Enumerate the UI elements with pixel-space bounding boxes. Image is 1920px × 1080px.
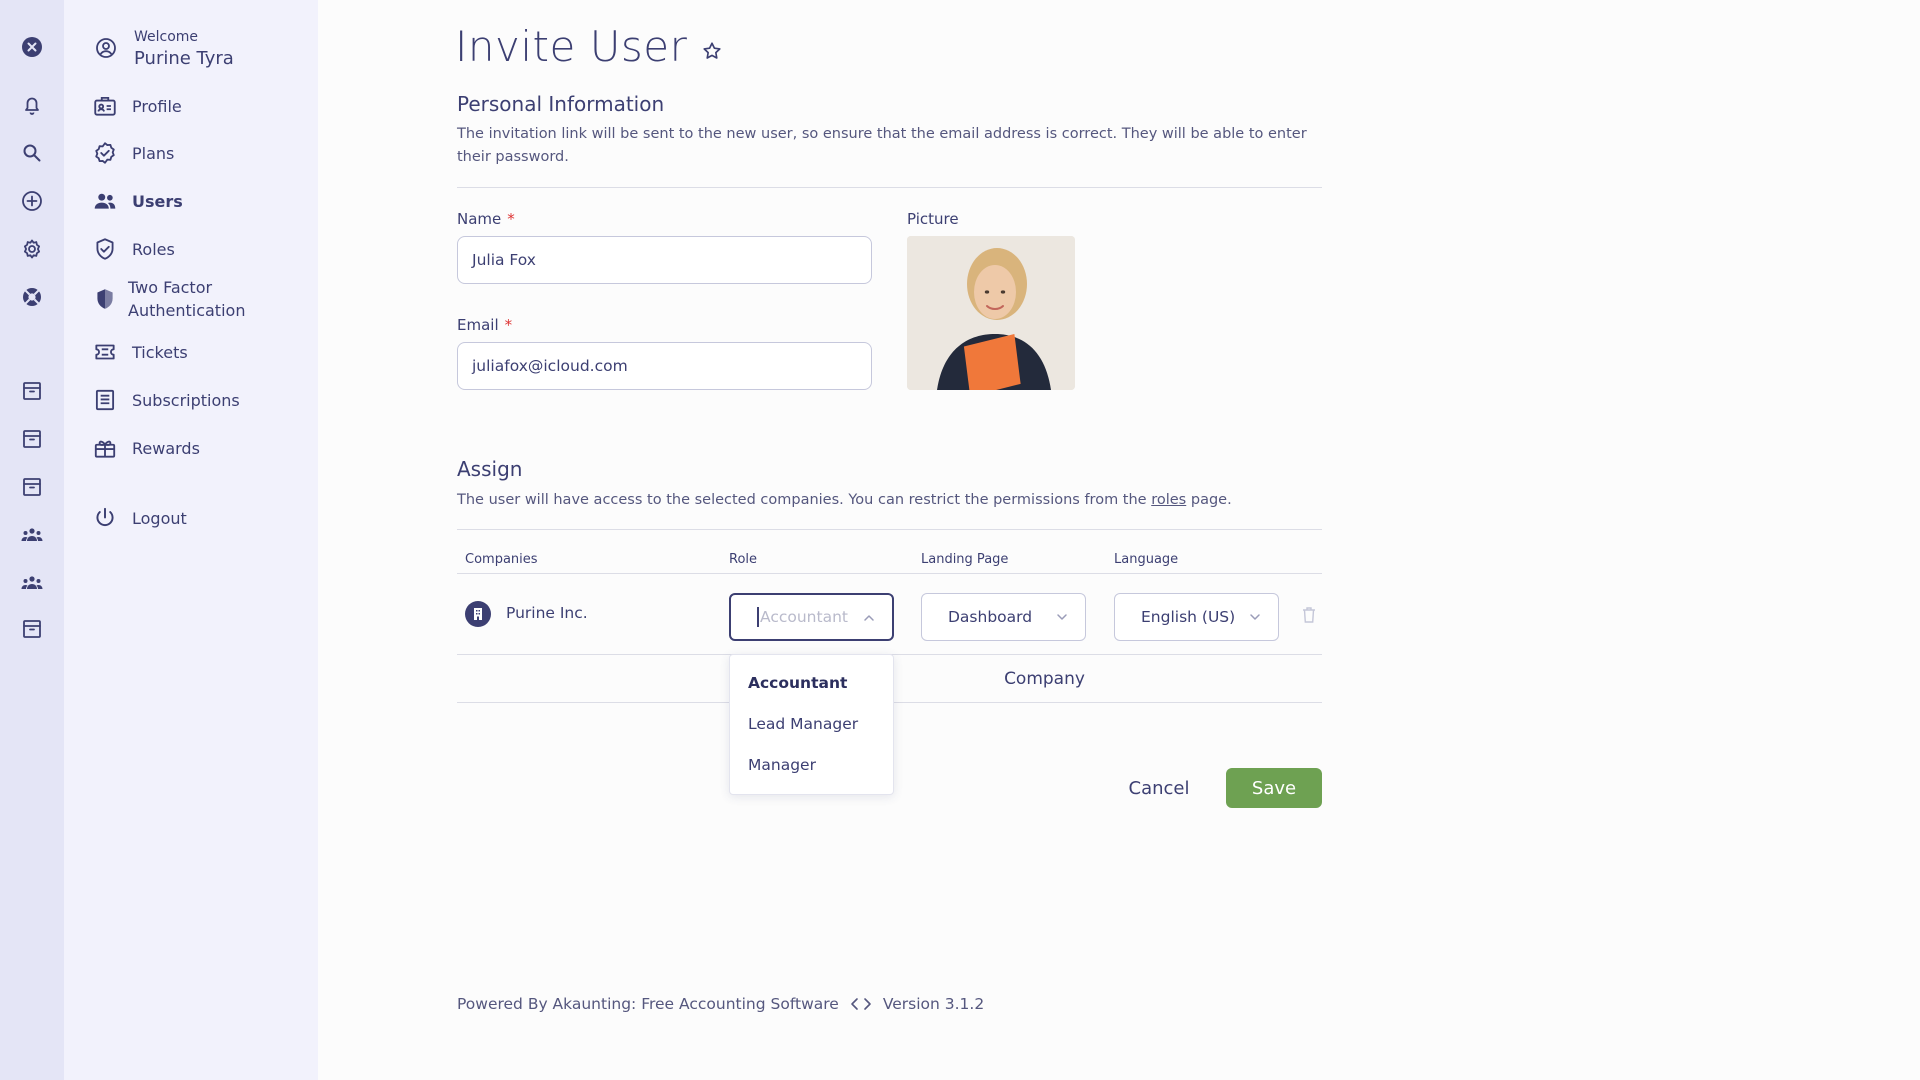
page-title: Invite User <box>455 22 688 71</box>
email-label-text: Email <box>457 316 499 334</box>
role-option-lead-manager[interactable]: Lead Manager <box>748 715 858 733</box>
users-icon <box>94 193 116 209</box>
column-header-companies: Companies <box>465 552 538 567</box>
portrait-image <box>907 236 1075 390</box>
shield-icon <box>97 289 113 309</box>
required-mark: * <box>507 210 515 228</box>
trash-icon[interactable] <box>1301 606 1317 624</box>
archive-icon[interactable] <box>16 375 48 407</box>
user-circle-icon <box>96 38 116 58</box>
sidebar-item-plans[interactable]: Plans <box>92 140 174 166</box>
archive-icon[interactable] <box>16 613 48 645</box>
personal-info-title: Personal Information <box>457 92 665 116</box>
role-select-placeholder: Accountant <box>760 608 848 626</box>
divider <box>457 573 1322 574</box>
gear-icon[interactable] <box>16 233 48 265</box>
role-dropdown-menu: Accountant Lead Manager Manager <box>729 654 894 795</box>
sidebar-item-rewards[interactable]: Rewards <box>92 435 200 461</box>
list-doc-icon <box>95 389 115 411</box>
add-circle-icon[interactable] <box>16 185 48 217</box>
assign-desc-text: page. <box>1186 492 1232 508</box>
email-label: Email * <box>457 316 512 334</box>
group-icon[interactable] <box>16 567 48 599</box>
sidebar-item-label: Plans <box>132 143 175 163</box>
column-header-landing-page: Landing Page <box>921 552 1009 567</box>
required-mark: * <box>504 316 513 334</box>
assign-title: Assign <box>457 457 523 481</box>
sidebar-menu: Welcome Purine Tyra Profile Plans Users … <box>64 0 318 1080</box>
sidebar-item-roles[interactable]: Roles <box>92 236 175 262</box>
group-icon[interactable] <box>16 519 48 551</box>
building-icon <box>465 601 491 627</box>
sidebar-item-profile[interactable]: Profile <box>92 93 182 119</box>
cancel-button[interactable]: Cancel <box>1115 768 1203 808</box>
column-header-role: Role <box>729 552 758 567</box>
assign-description: The user will have access to the selecte… <box>457 489 1327 512</box>
text-cursor <box>757 607 759 627</box>
email-field[interactable]: juliafox@icloud.com <box>457 342 872 390</box>
icon-rail <box>0 0 64 1080</box>
sidebar-item-label: Users <box>132 191 183 211</box>
sidebar-item-subscriptions[interactable]: Subscriptions <box>92 387 240 413</box>
user-name: Purine Tyra <box>134 48 234 69</box>
divider <box>457 187 1322 188</box>
name-label-text: Name <box>457 210 502 228</box>
chevron-up-icon <box>864 615 874 621</box>
archive-icon[interactable] <box>16 471 48 503</box>
role-option-manager[interactable]: Manager <box>748 756 816 774</box>
chevron-down-icon <box>1250 614 1260 620</box>
page-header: Invite User <box>455 22 723 71</box>
column-header-language: Language <box>1114 552 1179 567</box>
sidebar-item-label: Roles <box>132 239 175 259</box>
role-select[interactable]: Accountant <box>729 593 894 641</box>
sidebar-item-label: Profile <box>132 96 182 116</box>
sidebar-item-users[interactable]: Users <box>92 188 183 214</box>
ticket-icon <box>95 344 115 360</box>
sidebar-item-label: Tickets <box>132 342 188 362</box>
footer: Powered By Akaunting: Free Accounting So… <box>457 995 984 1013</box>
personal-info-description: The invitation link will be sent to the … <box>457 126 1307 165</box>
email-field-value: juliafox@icloud.com <box>472 357 628 375</box>
picture-label: Picture <box>907 210 959 228</box>
search-icon[interactable] <box>16 137 48 169</box>
sidebar-item-label: Logout <box>132 508 187 528</box>
verified-badge-icon <box>95 142 115 164</box>
role-option-accountant[interactable]: Accountant <box>748 674 847 692</box>
gift-icon <box>94 440 116 458</box>
support-icon[interactable] <box>16 281 48 313</box>
chevron-down-icon <box>1057 614 1067 620</box>
sidebar-item-label: Subscriptions <box>132 390 240 410</box>
name-label: Name * <box>457 210 515 228</box>
name-field[interactable]: Julia Fox <box>457 236 872 284</box>
user-welcome[interactable]: Welcome Purine Tyra <box>94 28 234 72</box>
landing-page-select[interactable]: Dashboard <box>921 593 1086 641</box>
star-icon[interactable] <box>701 40 723 62</box>
sidebar-item-logout[interactable]: Logout <box>92 505 187 531</box>
shield-check-icon <box>96 238 114 260</box>
sidebar-item-two-factor[interactable]: Two Factor Authentication <box>92 276 258 322</box>
landing-page-value: Dashboard <box>948 608 1033 626</box>
sidebar-item-label: Two Factor Authentication <box>128 278 246 320</box>
language-value: English (US) <box>1141 608 1236 626</box>
assign-desc-text: The user will have access to the selecte… <box>457 492 1152 508</box>
power-icon <box>96 507 114 527</box>
close-icon[interactable] <box>16 31 48 63</box>
archive-icon[interactable] <box>16 423 48 455</box>
language-select[interactable]: English (US) <box>1114 593 1279 641</box>
sidebar-item-tickets[interactable]: Tickets <box>92 339 188 365</box>
version-text: Version 3.1.2 <box>882 995 985 1013</box>
code-icon <box>851 998 871 1010</box>
save-button[interactable]: Save <box>1226 768 1322 808</box>
name-field-value: Julia Fox <box>472 251 536 269</box>
sidebar-item-label: Rewards <box>132 438 200 458</box>
profile-picture[interactable] <box>907 236 1075 390</box>
welcome-text: Welcome <box>134 29 199 45</box>
roles-link[interactable]: roles <box>1151 492 1186 508</box>
bell-icon[interactable] <box>16 89 48 121</box>
id-card-icon <box>94 96 116 116</box>
company-name: Purine Inc. <box>506 604 588 622</box>
powered-by-link[interactable]: Powered By Akaunting: Free Accounting So… <box>457 995 839 1013</box>
divider <box>457 529 1322 530</box>
